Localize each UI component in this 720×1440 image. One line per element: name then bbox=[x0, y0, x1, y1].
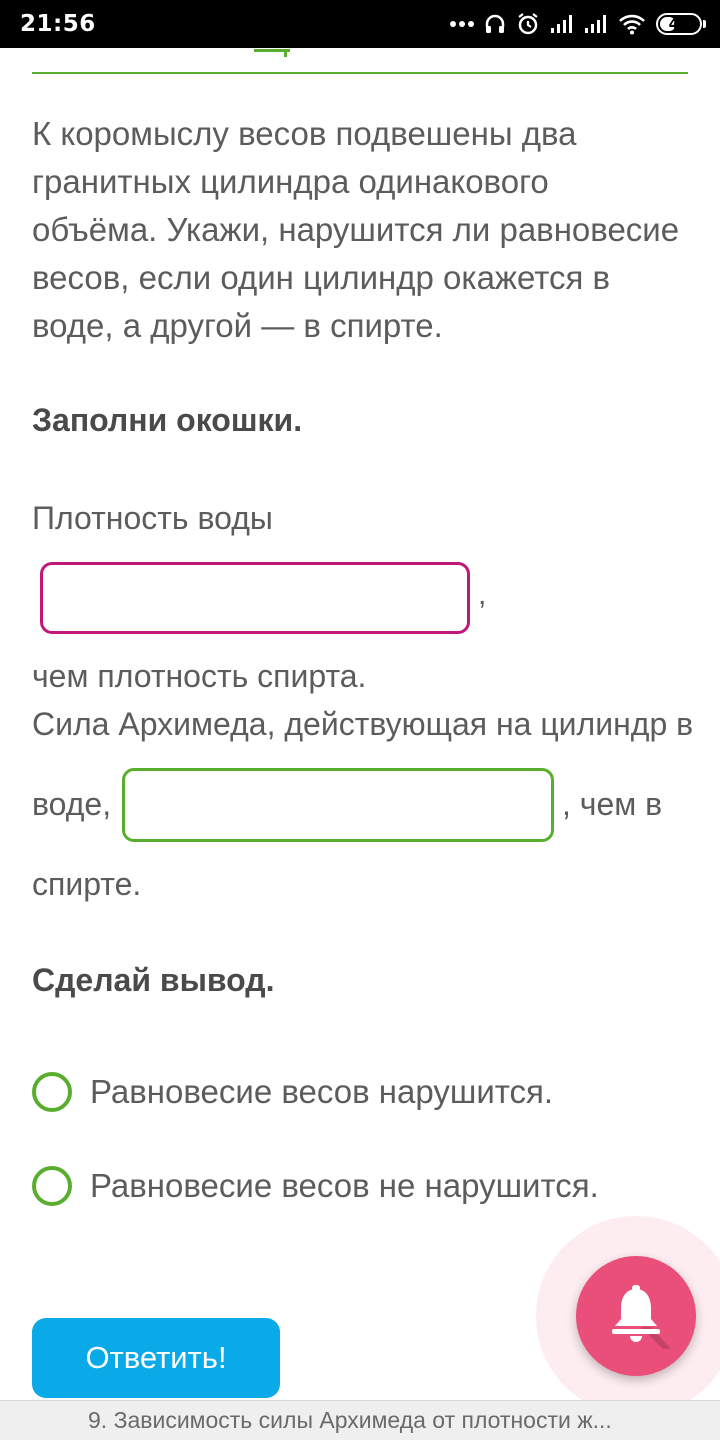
notification-button[interactable] bbox=[576, 1256, 696, 1376]
alcohol-word: спирте. bbox=[32, 866, 142, 902]
signal-icon bbox=[584, 14, 608, 34]
section-header-divider bbox=[32, 48, 688, 74]
radio-button[interactable] bbox=[32, 1072, 72, 1112]
water-density-input[interactable] bbox=[40, 562, 470, 634]
conclusion-heading: Сделай вывод. bbox=[32, 962, 275, 998]
archimedes-force-text: Сила Архимеда, действующая на цилиндр в bbox=[32, 706, 694, 742]
cut-off-heading bbox=[254, 48, 290, 57]
answer-button[interactable]: Ответить! bbox=[32, 1318, 280, 1398]
archimedes-force-input[interactable] bbox=[122, 768, 554, 842]
wifi-icon bbox=[618, 13, 646, 35]
bottom-title-bar[interactable]: 9. Зависимость силы Архимеда от плотност… bbox=[0, 1400, 720, 1440]
lesson-title: 9. Зависимость силы Архимеда от плотност… bbox=[88, 1407, 612, 1433]
bell-icon bbox=[601, 1279, 671, 1357]
headphones-icon bbox=[484, 13, 506, 35]
option-balance-broken[interactable]: Равновесие весов нарушится. bbox=[32, 1072, 553, 1112]
status-icons: 41 bbox=[450, 12, 706, 36]
option-label: Равновесие весов нарушится. bbox=[90, 1073, 554, 1110]
battery-level: 41 bbox=[668, 15, 690, 33]
status-bar: 21:56 41 bbox=[0, 0, 720, 48]
water-word: воде, bbox=[32, 786, 112, 822]
battery-icon: 41 bbox=[656, 13, 706, 35]
signal-icon bbox=[550, 14, 574, 34]
comma-text: , bbox=[478, 578, 487, 611]
more-dots-icon bbox=[450, 20, 474, 28]
alarm-icon bbox=[516, 12, 540, 36]
water-density-label: Плотность воды bbox=[32, 500, 273, 536]
fill-heading: Заполни окошки. bbox=[32, 402, 303, 438]
task-content: К коромыслу весов подвешены два гранитны… bbox=[32, 110, 682, 350]
alcohol-density-text: чем плотность спирта. bbox=[32, 658, 367, 694]
option-label: Равновесие весов не нарушится. bbox=[90, 1167, 599, 1204]
option-balance-kept[interactable]: Равновесие весов не нарушится. bbox=[32, 1166, 599, 1206]
status-time: 21:56 bbox=[20, 11, 96, 37]
radio-button[interactable] bbox=[32, 1166, 72, 1206]
question-text: К коромыслу весов подвешены два гранитны… bbox=[32, 115, 680, 344]
comparison-text: , чем в bbox=[562, 786, 663, 822]
